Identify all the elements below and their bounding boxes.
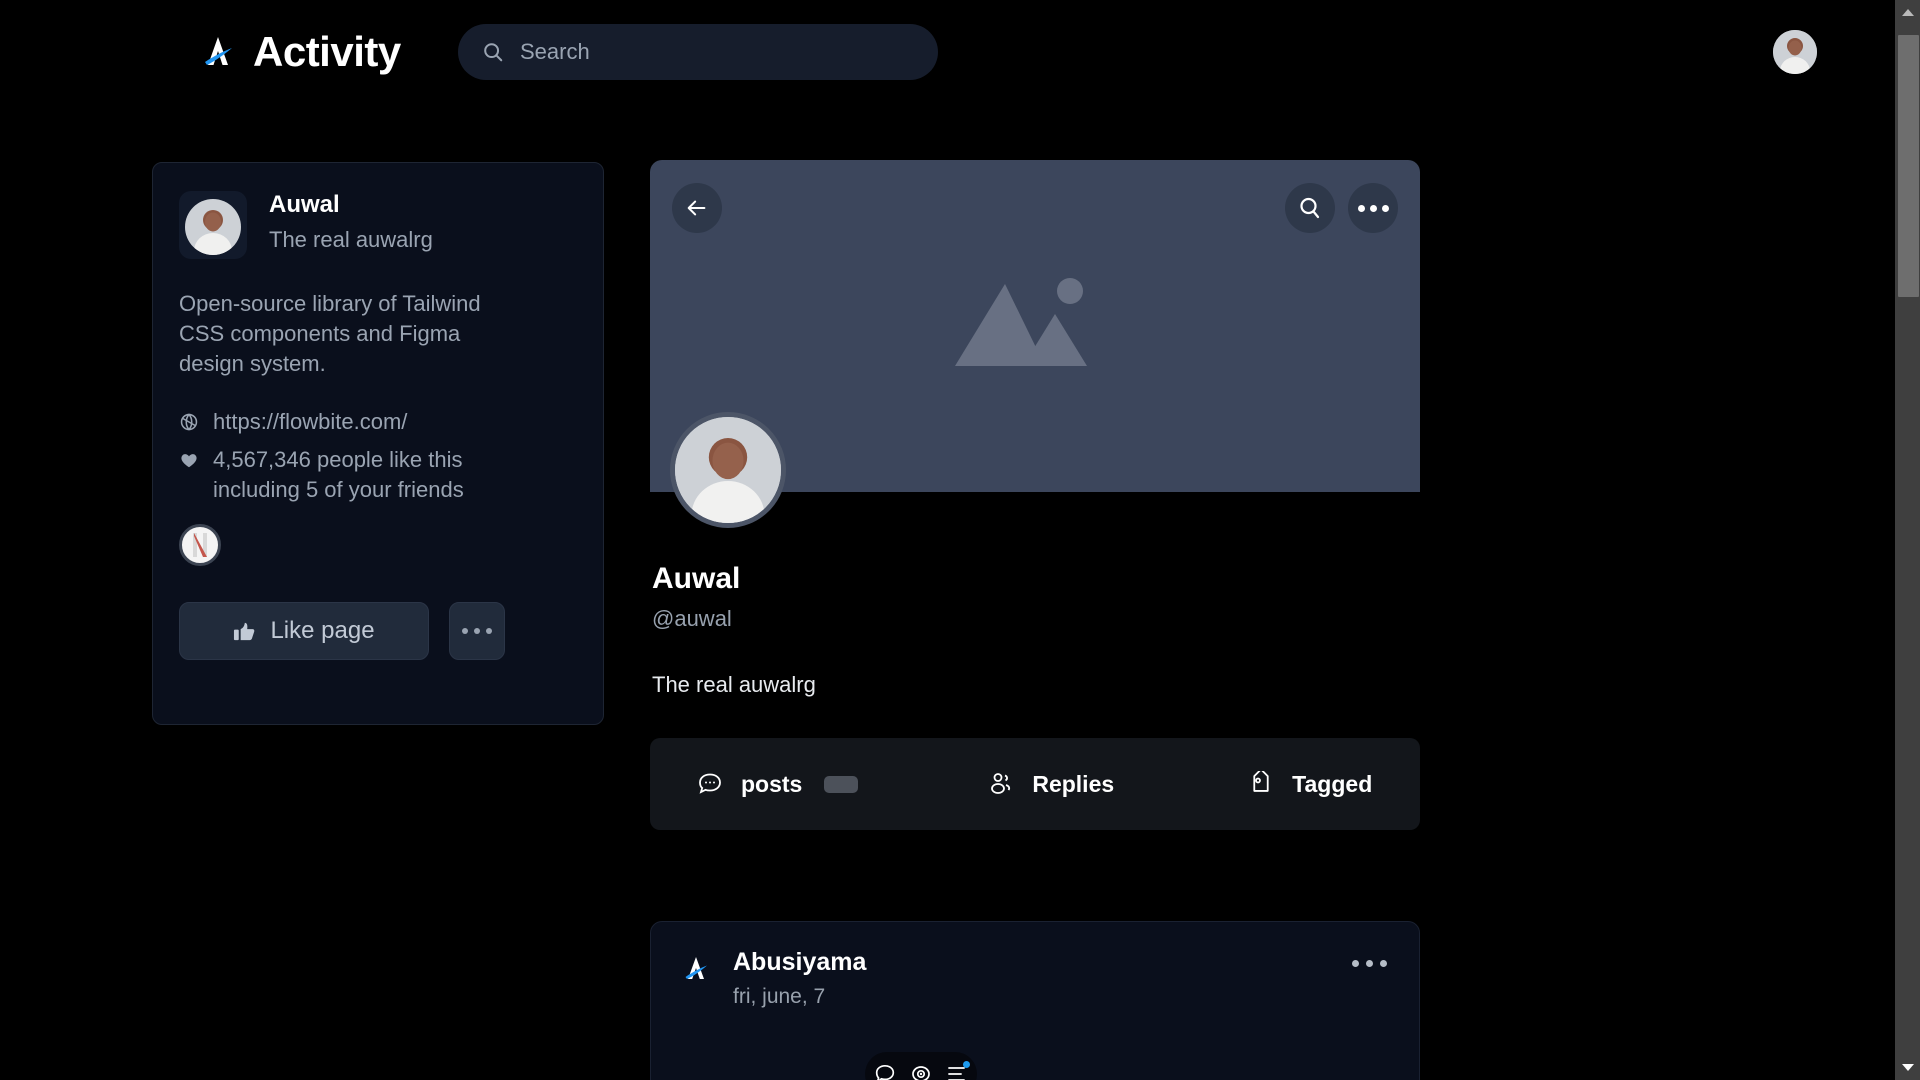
profile-name: Auwal (652, 562, 741, 595)
view-icon-button[interactable] (910, 1063, 932, 1080)
user-avatar-icon (1773, 30, 1817, 74)
main-column: Auwal @auwal The real auwalrg posts Repl… (650, 160, 1420, 1080)
chat-bubble-dots-icon (699, 773, 721, 794)
ellipsis-icon (1380, 960, 1387, 967)
arrow-left-icon (687, 200, 706, 216)
profile-bio: The real auwalrg (652, 672, 816, 697)
profile-card-header: Auwal The real auwalrg (179, 191, 577, 259)
chevron-down-icon (1901, 1064, 1914, 1071)
cover-photo (650, 160, 1420, 528)
ellipsis-icon (1369, 204, 1377, 212)
profile-summary-card: Auwal The real auwalrg Open-source libra… (152, 162, 604, 725)
likes-text: 4,567,346 people like this including 5 o… (213, 446, 464, 502)
tab-replies-label: Replies (1032, 770, 1115, 797)
profile-avatar[interactable] (670, 412, 786, 528)
scrollbar-down-button[interactable] (1895, 1055, 1920, 1080)
profile-handle: @auwal (652, 606, 732, 631)
chevron-up-icon (1901, 9, 1914, 16)
globe-icon (180, 413, 198, 431)
profile-card-subtitle: The real auwalrg (269, 226, 433, 252)
app-root: Activity Search Auwal The real auwalrg O… (0, 0, 1920, 1080)
post-action-pill (865, 1052, 977, 1080)
profile-card-badges (179, 524, 577, 567)
list-icon-button[interactable] (946, 1061, 970, 1080)
comment-icon (875, 1064, 895, 1080)
user-avatar-icon (185, 199, 241, 255)
comment-icon-button[interactable] (874, 1063, 896, 1080)
ellipsis-icon (462, 628, 468, 635)
post-author-name[interactable]: Abusiyama (733, 948, 866, 977)
search-icon (484, 43, 503, 62)
ellipsis-icon (474, 628, 480, 635)
cover-more-button[interactable] (1348, 183, 1398, 233)
image-placeholder-icon (955, 278, 1087, 366)
eye-view-icon (912, 1066, 930, 1080)
tab-posts[interactable]: posts (697, 770, 859, 798)
profile-card-identity: Auwal The real auwalrg (269, 191, 433, 253)
activity-a-logo-icon (685, 957, 707, 979)
posts-count-badge (824, 775, 859, 793)
ellipsis-icon (486, 628, 492, 635)
ellipsis-icon (1357, 204, 1365, 212)
scrollbar-thumb[interactable] (1898, 35, 1919, 297)
like-page-label: Like page (270, 617, 375, 645)
post-date: fri, june, 7 (733, 985, 826, 1008)
post-header: Abusiyama fri, june, 7 (679, 948, 1391, 1009)
profile-card-more-button[interactable] (449, 602, 505, 661)
profile-card-actions: Like page (179, 602, 577, 661)
netflix-n-badge-icon[interactable] (179, 524, 221, 567)
tag-icon (1253, 771, 1269, 792)
website-link[interactable]: https://flowbite.com/ (213, 407, 407, 437)
tab-tagged-label: Tagged (1292, 770, 1373, 797)
user-avatar-icon (675, 417, 781, 523)
profile-card-meta: https://flowbite.com/ 4,567,346 people l… (179, 407, 577, 505)
scrollbar-up-button[interactable] (1895, 0, 1920, 25)
tab-tagged[interactable]: Tagged (1248, 771, 1372, 798)
thumbs-up-icon (234, 622, 255, 641)
ellipsis-icon (1381, 204, 1389, 212)
tab-replies[interactable]: Replies (988, 771, 1114, 798)
activity-a-logo-icon (205, 37, 232, 65)
search-input[interactable] (520, 39, 900, 65)
profile-tabs: posts Replies Tagged (650, 738, 1420, 830)
users-icon (991, 773, 1011, 794)
post-card: Abusiyama fri, june, 7 (650, 921, 1420, 1080)
ellipsis-icon (1366, 960, 1373, 967)
likes-row: 4,567,346 people like this including 5 o… (179, 445, 577, 505)
page-scrollbar[interactable] (1895, 0, 1920, 1080)
website-row[interactable]: https://flowbite.com/ (179, 407, 577, 437)
search-box[interactable] (458, 24, 938, 80)
top-bar: Activity (0, 0, 1895, 104)
post-author-block: Abusiyama fri, june, 7 (733, 948, 866, 1009)
profile-card-avatar[interactable] (179, 191, 247, 259)
back-button[interactable] (672, 183, 722, 233)
cover-search-button[interactable] (1285, 183, 1335, 233)
tab-posts-label: posts (741, 770, 803, 797)
search-icon (1300, 197, 1320, 219)
post-more-button[interactable] (1352, 960, 1387, 967)
notification-dot (963, 1061, 970, 1068)
profile-card-name: Auwal (269, 191, 340, 218)
brand[interactable]: Activity (197, 31, 401, 73)
netflix-n-icon (193, 533, 207, 558)
page-title: Activity (253, 28, 401, 75)
avatar[interactable] (1773, 30, 1817, 74)
profile-card-bio: Open-source library of Tailwind CSS comp… (179, 291, 481, 376)
heart-icon (181, 453, 197, 467)
ellipsis-icon (1352, 960, 1359, 967)
like-page-button[interactable]: Like page (179, 602, 429, 661)
